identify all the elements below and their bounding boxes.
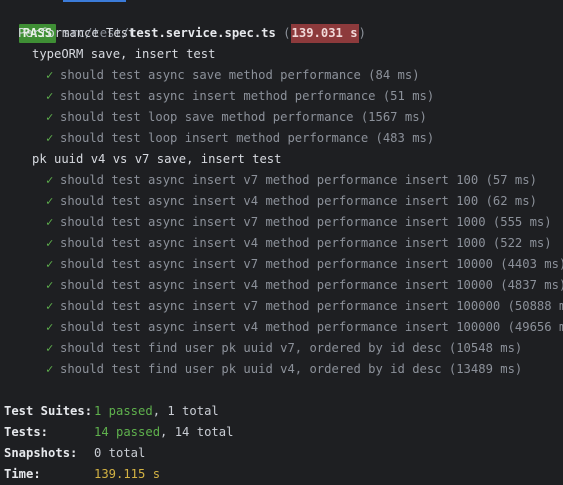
check-icon: ✓ [46,257,54,271]
check-icon: ✓ [46,173,54,187]
summary-time: Time: 139.115 s [4,464,160,485]
test-row: ✓ should test async insert v7 method perf… [46,170,537,191]
test-row: ✓ should test async insert v4 method perf… [46,191,537,212]
check-icon: ✓ [46,194,54,208]
test-row: ✓ should test async insert v7 method perf… [46,212,552,233]
test-row: ✓ should test async insert v7 method perf… [46,296,563,317]
summary-label: Time: [4,467,41,481]
summary-test-suites: Test Suites: 1 passed, 1 total [4,401,219,422]
test-row: ✓ should test async insert v4 method perf… [46,317,563,338]
check-icon: ✓ [46,341,54,355]
suite-title-performance-test: Performance Test [18,26,136,40]
suite-title-typeorm: typeORM save, insert test [32,47,216,61]
check-icon: ✓ [46,299,54,313]
test-name: should test async insert v7 method perfo… [60,257,563,271]
summary-passed: 1 passed [94,404,153,418]
test-name: should test async insert v4 method perfo… [60,194,537,208]
check-icon: ✓ [46,131,54,145]
suite-title-uuid: pk uuid v4 vs v7 save, insert test [32,152,282,166]
result-header: PASS src/test/test.service.spec.ts (139.0… [4,2,366,43]
test-row: ✓ should test async insert v4 method perf… [46,275,563,296]
test-name: should test async insert v4 method perfo… [60,320,563,334]
test-name: should test async insert v7 method perfo… [60,173,537,187]
summary-time-value: 139.115 s [94,467,161,481]
check-icon: ✓ [46,215,54,229]
check-icon: ✓ [46,362,54,376]
test-name: should test async insert v7 method perfo… [60,299,563,313]
test-name: should test loop insert method performan… [60,131,435,145]
test-row: ✓ should test find user pk uuid v7, order… [46,338,522,359]
time-close-paren: ) [358,26,366,40]
test-row: ✓ should test loop save method performanc… [46,107,427,128]
test-row: ✓ should test async insert method perform… [46,86,434,107]
summary-total: , 14 total [160,425,234,439]
check-icon: ✓ [46,89,54,103]
file-path-name: test.service.spec.ts [129,26,276,40]
test-row: ✓ should test async save method performan… [46,65,420,86]
test-name: should test async insert v4 method perfo… [60,236,552,250]
time-open-paren: ( [275,26,291,40]
check-icon: ✓ [46,236,54,250]
summary-label: Test Suites: [4,404,93,418]
summary-tests: Tests: 14 passed, 14 total [4,422,233,443]
test-name: should test loop save method performance… [60,110,427,124]
test-name: should test find user pk uuid v4, ordere… [60,362,523,376]
summary-value: 0 total [94,446,146,460]
test-name: should test async save method performanc… [60,68,420,82]
slow-test-time: 139.031 s [290,24,359,43]
test-row: ✓ should test async insert v7 method perf… [46,254,563,275]
check-icon: ✓ [46,68,54,82]
test-name: should test async insert v4 method perfo… [60,278,563,292]
test-name: should test find user pk uuid v7, ordere… [60,341,523,355]
test-row: ✓ should test loop insert method performa… [46,128,434,149]
summary-label: Tests: [4,425,49,439]
test-name: should test async insert v7 method perfo… [60,215,552,229]
test-row: ✓ should test async insert v4 method perf… [46,233,552,254]
check-icon: ✓ [46,278,54,292]
test-row: ✓ should test find user pk uuid v4, order… [46,359,522,380]
summary-snapshots: Snapshots: 0 total [4,443,145,464]
summary-passed: 14 passed [94,425,161,439]
summary-total: , 1 total [152,404,219,418]
check-icon: ✓ [46,320,54,334]
test-name: should test async insert method performa… [60,89,435,103]
check-icon: ✓ [46,110,54,124]
summary-label: Snapshots: [4,446,78,460]
